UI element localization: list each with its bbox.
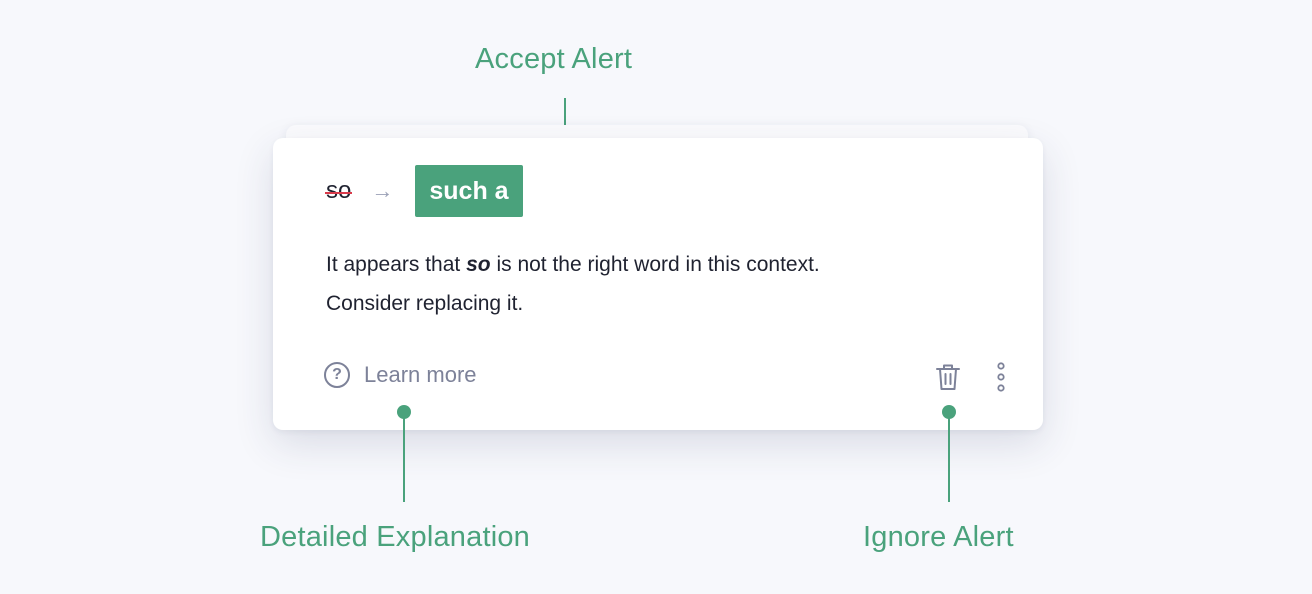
ignore-alert-callout: Ignore Alert xyxy=(863,521,1014,553)
original-word: so xyxy=(324,177,353,204)
explanation-text-end: is not the right word in this context. xyxy=(490,253,820,276)
suggestion-row: so → such a xyxy=(324,165,523,217)
ignore-alert-callout-dot xyxy=(942,405,956,419)
learn-more-link[interactable]: ? Learn more xyxy=(324,362,477,388)
learn-more-label: Learn more xyxy=(364,362,477,387)
explanation-callout: Detailed Explanation xyxy=(260,521,531,553)
trash-icon[interactable] xyxy=(934,362,962,392)
explanation-text: It appears that xyxy=(326,253,467,276)
accept-alert-callout: Accept Alert xyxy=(475,43,633,75)
accept-replacement-button[interactable]: such a xyxy=(415,165,523,217)
alert-explanation: It appears that so is not the right word… xyxy=(326,245,1006,323)
explanation-callout-dot xyxy=(397,405,411,419)
more-vertical-icon[interactable] xyxy=(993,361,1009,393)
explanation-line-2: Consider replacing it. xyxy=(326,292,524,315)
alert-card: so → such a It appears that so is not th… xyxy=(273,138,1043,430)
ignore-alert-callout-line xyxy=(948,418,950,502)
explanation-emphasis: so xyxy=(466,253,491,276)
arrow-right-icon: → xyxy=(371,178,394,203)
question-circle-icon: ? xyxy=(324,362,350,388)
explanation-callout-line xyxy=(403,418,405,502)
